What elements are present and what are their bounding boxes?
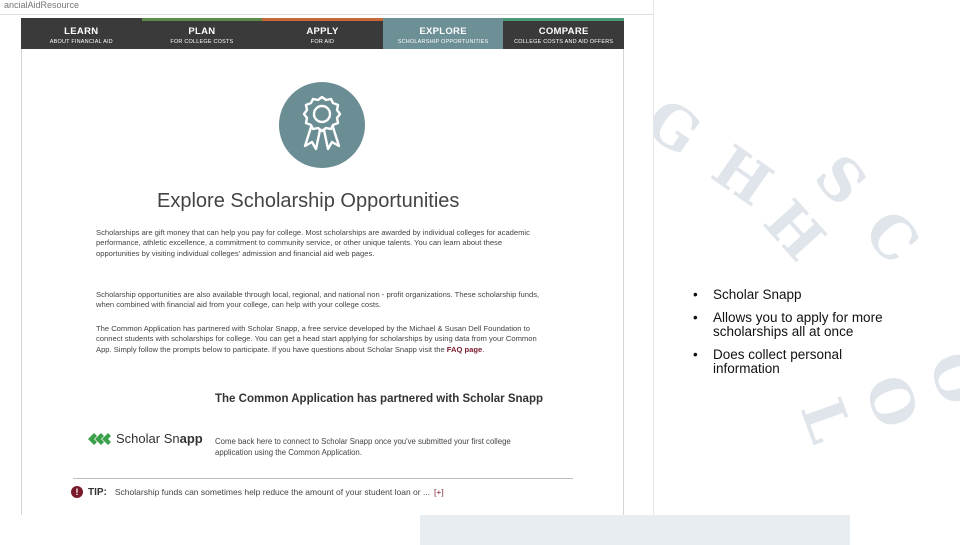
main-nav: LEARN ABOUT FINANCIAL AID PLAN FOR COLLE…: [21, 18, 624, 49]
page-title: Explore Scholarship Opportunities: [157, 190, 460, 212]
tab-sublabel: ABOUT FINANCIAL AID: [49, 39, 113, 45]
tip-text: Scholarship funds can sometimes help red…: [114, 487, 431, 497]
bullet-item: Allows you to apply for more scholarship…: [690, 311, 890, 339]
tab-label: LEARN: [64, 26, 99, 37]
logo-wordmark: Scholar Snapp: [116, 431, 203, 446]
award-badge: [279, 82, 365, 168]
tab-accent-bar: [382, 18, 504, 21]
tab-explore[interactable]: EXPLORE SCHOLARSHIP OPPORTUNITIES: [382, 18, 504, 49]
intro-paragraph: Scholarships are gift money that can hel…: [96, 228, 530, 258]
nonprofit-paragraph: Scholarship opportunities are also avail…: [96, 290, 540, 310]
logo-wordmark-bold: app: [179, 431, 203, 446]
webpage-screenshot: ancialAidResource LEARN ABOUT FINANCIAL …: [0, 0, 654, 515]
tab-label: APPLY: [306, 26, 339, 37]
tab-accent-bar: [21, 18, 142, 21]
browser-url[interactable]: ancialAidResource: [4, 0, 79, 10]
chevrons-logo-icon: [88, 432, 111, 445]
tip-row: ! TIP: Scholarship funds can sometimes h…: [71, 486, 444, 498]
award-ribbon-icon: [302, 95, 342, 151]
divider: [73, 478, 573, 479]
tab-learn[interactable]: LEARN ABOUT FINANCIAL AID: [21, 18, 142, 49]
info-icon: !: [71, 486, 83, 498]
tab-label: EXPLORE: [419, 26, 467, 37]
tip-expand-link[interactable]: [+]: [434, 487, 444, 497]
tab-sublabel: FOR AID: [310, 39, 335, 45]
bullet-item: Does collect personal information: [690, 348, 890, 376]
logo-wordmark-part: Scholar Sn: [116, 431, 180, 446]
watermark-text: G H: [633, 85, 790, 223]
tab-accent-bar: [503, 18, 624, 21]
tab-accent-bar: [262, 18, 383, 21]
tab-label: PLAN: [188, 26, 216, 37]
tab-compare[interactable]: COMPARE COLLEGE COSTS AND AID OFFERS: [503, 18, 624, 49]
tab-sublabel: FOR COLLEGE COSTS: [170, 39, 234, 45]
tab-apply[interactable]: APPLY FOR AID: [262, 18, 383, 49]
divider: [0, 14, 653, 15]
scholar-snapp-logo: Scholar Snapp: [88, 431, 203, 446]
bullet-item: Scholar Snapp: [690, 288, 890, 303]
tab-sublabel: COLLEGE COSTS AND AID OFFERS: [514, 39, 614, 45]
come-back-text: Come back here to connect to Scholar Sna…: [215, 437, 511, 457]
faq-link[interactable]: FAQ page: [447, 345, 482, 354]
watermark-stripe: [420, 515, 850, 545]
tab-accent-bar: [141, 18, 263, 21]
slide-bullets: Scholar Snapp Allows you to apply for mo…: [690, 288, 890, 385]
partner-paragraph: The Common Application has partnered wit…: [96, 324, 537, 354]
tab-label: COMPARE: [538, 26, 589, 37]
partner-heading: The Common Application has partnered wit…: [215, 393, 543, 405]
tip-label: TIP:: [88, 486, 107, 498]
tab-plan[interactable]: PLAN FOR COLLEGE COSTS: [141, 18, 263, 49]
tab-sublabel: SCHOLARSHIP OPPORTUNITIES: [397, 39, 489, 45]
